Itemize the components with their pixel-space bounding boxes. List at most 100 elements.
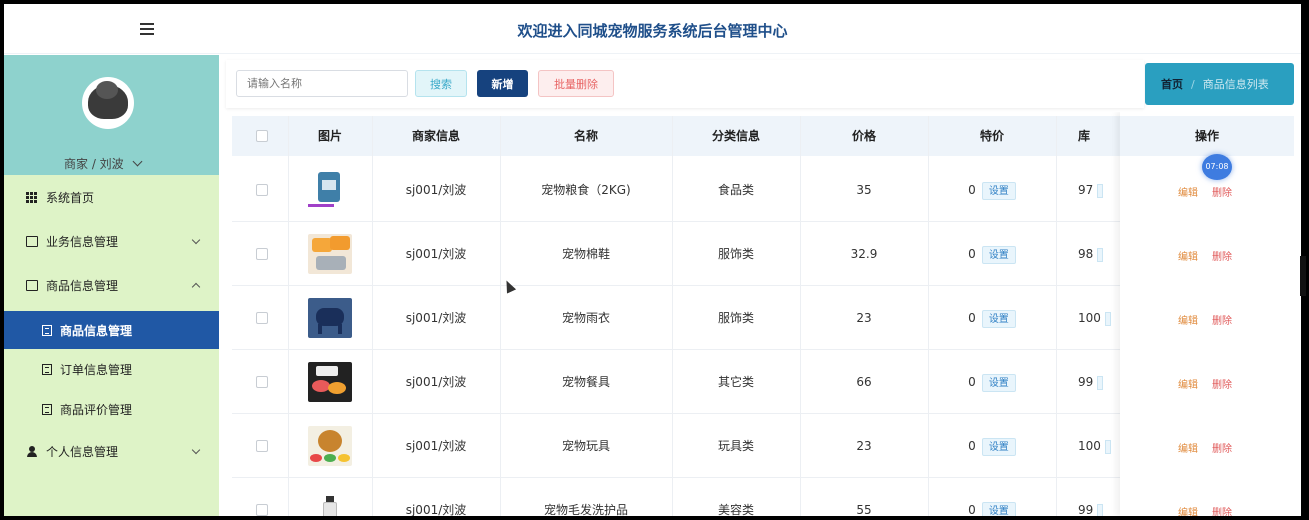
price-cell: 32.9 (850, 247, 878, 261)
price-cell: 35 (856, 183, 872, 197)
product-image[interactable] (308, 170, 352, 210)
sidebar-item-goods[interactable]: 商品信息管理 (4, 267, 219, 303)
add-button[interactable]: 新增 (477, 70, 528, 97)
row-checkbox[interactable] (256, 312, 268, 324)
delete-button[interactable]: 删除 (1212, 252, 1232, 263)
batch-delete-button[interactable]: 批量删除 (538, 70, 614, 97)
set-special-button[interactable]: 设置 (981, 181, 1016, 200)
header-category: 分类信息 (711, 129, 760, 143)
time-badge: 07:08 (1202, 154, 1232, 180)
merchant-cell: sj001/刘波 (405, 183, 467, 197)
sidebar-item-goods-manage[interactable]: 商品信息管理 (4, 311, 219, 349)
header-merchant: 商家信息 (411, 129, 460, 143)
breadcrumb: 首页 / 商品信息列表 (1145, 63, 1294, 105)
category-cell: 其它类 (717, 375, 754, 389)
delete-button[interactable]: 删除 (1212, 380, 1232, 391)
sidebar-item-business[interactable]: 业务信息管理 (4, 223, 219, 259)
toolbar: 搜索 新增 批量删除 (226, 60, 1144, 108)
special-cell: 0 设置 (928, 350, 1056, 414)
set-special-button[interactable]: 设置 (981, 373, 1016, 392)
stock-value: 99 (1078, 503, 1094, 516)
document-icon (42, 363, 52, 375)
document-icon (42, 324, 52, 336)
merchant-cell: sj001/刘波 (405, 311, 467, 325)
header-price: 价格 (851, 129, 876, 143)
chevron-down-icon (132, 156, 143, 167)
product-image[interactable] (308, 234, 352, 274)
special-value: 0 (968, 311, 976, 325)
sidebar-item-profile[interactable]: 个人信息管理 (4, 433, 219, 469)
folder-open-icon (26, 279, 38, 291)
breadcrumb-home[interactable]: 首页 (1161, 76, 1183, 92)
select-all-checkbox[interactable] (256, 130, 268, 142)
row-actions: 编辑 删除 (1178, 504, 1232, 516)
sidebar-item-label: 个人信息管理 (46, 444, 119, 459)
set-special-button[interactable]: 设置 (981, 245, 1016, 264)
row-actions: 编辑 删除 (1178, 440, 1232, 455)
row-checkbox[interactable] (256, 376, 268, 388)
merchant-cell: sj001/刘波 (405, 503, 467, 516)
avatar[interactable] (82, 77, 134, 129)
delete-button[interactable]: 删除 (1212, 508, 1232, 516)
sidebar-item-home[interactable]: 系统首页 (4, 179, 219, 215)
edit-button[interactable]: 编辑 (1178, 188, 1198, 199)
sidebar-item-label: 订单信息管理 (60, 362, 133, 377)
page-title: 欢迎进入同城宠物服务系统后台管理中心 (517, 22, 788, 40)
app-frame: 欢迎进入同城宠物服务系统后台管理中心 商家 / 刘波 系统首页 业务信息管理 商… (4, 4, 1301, 516)
delete-button[interactable]: 删除 (1212, 444, 1232, 455)
delete-button[interactable]: 删除 (1212, 188, 1232, 199)
breadcrumb-separator: / (1191, 77, 1195, 91)
header-name: 名称 (573, 129, 598, 143)
stock-value: 100 (1078, 439, 1101, 453)
edit-button[interactable]: 编辑 (1178, 252, 1198, 263)
sidebar-item-orders[interactable]: 订单信息管理 (4, 351, 219, 387)
sidebar-item-label: 商品信息管理 (60, 323, 133, 338)
stock-cell: 100 (1078, 414, 1120, 478)
sidebar: 商家 / 刘波 系统首页 业务信息管理 商品信息管理 商品信息管理 订单信息管理… (4, 55, 219, 516)
category-cell: 玩具类 (717, 439, 754, 453)
search-button[interactable]: 搜索 (415, 70, 467, 97)
folder-icon (26, 235, 38, 247)
row-checkbox[interactable] (256, 248, 268, 260)
product-image[interactable] (308, 362, 352, 402)
breadcrumb-current: 商品信息列表 (1202, 78, 1269, 91)
stock-value: 98 (1078, 247, 1094, 261)
product-image[interactable] (308, 298, 352, 338)
price-cell: 66 (856, 375, 872, 389)
user-menu[interactable]: 商家 / 刘波 (64, 155, 143, 172)
document-icon (42, 403, 52, 415)
user-profile: 商家 / 刘波 (4, 55, 219, 175)
category-cell: 美容类 (717, 503, 754, 516)
special-cell: 0 设置 (928, 478, 1056, 516)
row-checkbox[interactable] (256, 184, 268, 196)
special-value: 0 (968, 439, 976, 453)
stock-cell: 99 (1078, 350, 1120, 414)
user-label: 商家 / 刘波 (64, 157, 124, 171)
product-image[interactable] (308, 426, 352, 466)
special-value: 0 (968, 183, 976, 197)
name-cell: 宠物雨衣 (561, 311, 610, 325)
product-image[interactable] (308, 490, 352, 516)
edit-button[interactable]: 编辑 (1178, 444, 1198, 455)
delete-button[interactable]: 删除 (1212, 316, 1232, 327)
price-cell: 55 (856, 503, 872, 516)
merchant-cell: sj001/刘波 (405, 375, 467, 389)
price-cell: 23 (856, 311, 872, 325)
set-special-button[interactable]: 设置 (981, 437, 1016, 456)
row-checkbox[interactable] (256, 504, 268, 516)
search-input[interactable] (236, 70, 408, 97)
row-actions: 编辑 删除 (1178, 376, 1232, 391)
set-special-button[interactable]: 设置 (981, 309, 1016, 328)
special-cell: 0 设置 (928, 158, 1056, 222)
edit-button[interactable]: 编辑 (1178, 508, 1198, 516)
user-icon (26, 445, 38, 457)
row-actions: 编辑 删除 (1178, 184, 1232, 199)
row-checkbox[interactable] (256, 440, 268, 452)
edit-button[interactable]: 编辑 (1178, 380, 1198, 391)
chevron-down-icon (191, 235, 201, 245)
sidebar-item-reviews[interactable]: 商品评价管理 (4, 391, 219, 427)
special-value: 0 (968, 503, 976, 516)
edit-button[interactable]: 编辑 (1178, 316, 1198, 327)
set-special-button[interactable]: 设置 (981, 501, 1016, 516)
sidebar-item-label: 系统首页 (46, 190, 95, 205)
